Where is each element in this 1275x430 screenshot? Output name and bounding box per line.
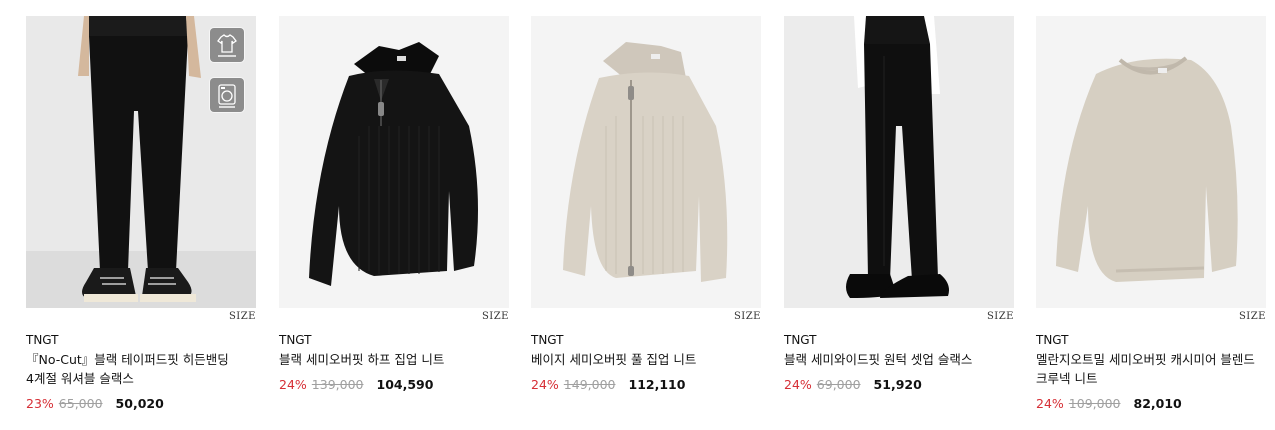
price-row: 23% 65,000 50,020 <box>26 395 256 413</box>
price-row: 24% 69,000 51,920 <box>784 376 1014 394</box>
oatmeal-crewneck-knit-photo <box>1036 16 1266 308</box>
product-image[interactable] <box>784 16 1014 308</box>
original-price: 139,000 <box>311 377 364 392</box>
brand-name[interactable]: TNGT <box>784 332 1014 348</box>
price-row: 24% 139,000 104,590 <box>279 376 509 394</box>
discount-rate: 24% <box>279 377 307 392</box>
price-row: 24% 109,000 82,010 <box>1036 395 1266 413</box>
sale-price: 112,110 <box>628 377 686 392</box>
beige-full-zip-knit-photo <box>531 16 761 308</box>
product-grid: SIZE TNGT 『No-Cut』블랙 테이퍼드핏 히든밴딩 4계절 워셔블 … <box>0 0 1275 430</box>
original-price: 109,000 <box>1068 396 1121 411</box>
discount-rate: 24% <box>784 377 812 392</box>
size-label[interactable]: SIZE <box>784 310 1014 324</box>
size-label[interactable]: SIZE <box>1036 310 1266 324</box>
product-card[interactable]: SIZE TNGT 멜란지오트밀 세미오버핏 캐시미어 블렌드 크루넥 니트 2… <box>1036 16 1266 413</box>
brand-name[interactable]: TNGT <box>531 332 761 348</box>
size-label[interactable]: SIZE <box>26 310 256 324</box>
original-price: 65,000 <box>58 396 103 411</box>
black-wide-slacks-photo <box>784 16 1014 308</box>
original-price: 69,000 <box>816 377 861 392</box>
size-label[interactable]: SIZE <box>531 310 761 324</box>
sale-price: 51,920 <box>873 377 922 392</box>
discount-rate: 23% <box>26 396 54 411</box>
product-card[interactable]: SIZE TNGT 베이지 세미오버핏 풀 집업 니트 24% 149,000 11… <box>531 16 761 394</box>
discount-rate: 24% <box>531 377 559 392</box>
black-half-zip-knit-photo <box>279 16 509 308</box>
price-row: 24% 149,000 112,110 <box>531 376 761 394</box>
product-image[interactable] <box>26 16 256 308</box>
brand-name[interactable]: TNGT <box>279 332 509 348</box>
product-title[interactable]: 블랙 세미와이드핏 원턱 셋업 슬랙스 <box>784 350 1014 369</box>
sale-price: 82,010 <box>1133 396 1182 411</box>
sale-price: 50,020 <box>115 396 164 411</box>
product-image[interactable] <box>531 16 761 308</box>
product-card[interactable]: SIZE TNGT 블랙 세미와이드핏 원턱 셋업 슬랙스 24% 69,000 5… <box>784 16 1014 394</box>
washer-care-icon <box>210 78 244 112</box>
discount-rate: 24% <box>1036 396 1064 411</box>
size-label[interactable]: SIZE <box>279 310 509 324</box>
shirt-care-icon <box>210 28 244 62</box>
product-image[interactable] <box>1036 16 1266 308</box>
product-card[interactable]: SIZE TNGT 블랙 세미오버핏 하프 집업 니트 24% 139,000 10… <box>279 16 509 394</box>
product-title[interactable]: 멜란지오트밀 세미오버핏 캐시미어 블렌드 크루넥 니트 <box>1036 350 1266 388</box>
original-price: 149,000 <box>563 377 616 392</box>
product-title[interactable]: 블랙 세미오버핏 하프 집업 니트 <box>279 350 509 369</box>
sale-price: 104,590 <box>376 377 434 392</box>
brand-name[interactable]: TNGT <box>26 332 256 348</box>
product-title[interactable]: 베이지 세미오버핏 풀 집업 니트 <box>531 350 761 369</box>
product-image[interactable] <box>279 16 509 308</box>
product-title[interactable]: 『No-Cut』블랙 테이퍼드핏 히든밴딩 4계절 워셔블 슬랙스 <box>26 350 256 388</box>
brand-name[interactable]: TNGT <box>1036 332 1266 348</box>
product-card[interactable]: SIZE TNGT 『No-Cut』블랙 테이퍼드핏 히든밴딩 4계절 워셔블 … <box>26 16 256 413</box>
